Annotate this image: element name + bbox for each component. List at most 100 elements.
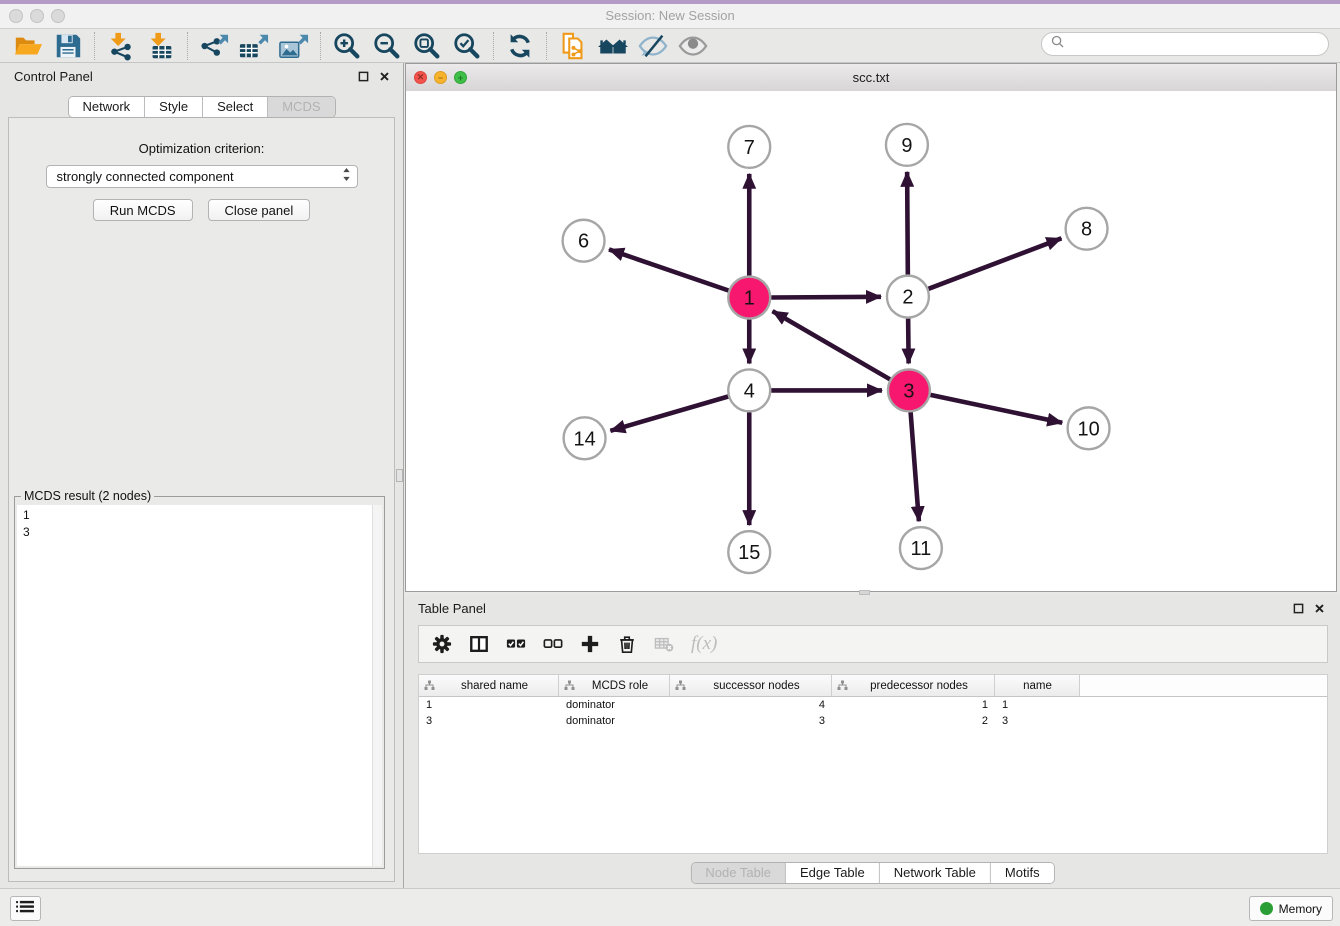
cell-shared-name[interactable]: 1 [419, 699, 559, 711]
cell-name[interactable]: 1 [995, 699, 1080, 711]
table-settings-icon[interactable] [432, 634, 452, 654]
import-table-icon[interactable] [141, 30, 181, 62]
control-panel-title: Control Panel [14, 69, 93, 84]
edge-1-2[interactable] [771, 297, 881, 298]
float-panel-icon[interactable] [357, 70, 370, 83]
edge-2-9[interactable] [907, 172, 908, 275]
show-details-icon[interactable] [673, 30, 713, 62]
control-panel: Control Panel NetworkStyleSelectMCDS Opt… [0, 63, 404, 888]
close-table-panel-icon[interactable] [1313, 602, 1326, 615]
attribute-icon [564, 680, 575, 691]
tab-select[interactable]: Select [203, 97, 268, 117]
table-row[interactable]: 1dominator411 [419, 697, 1327, 713]
graph-node-8[interactable]: 8 [1066, 208, 1108, 250]
panel-splitter-handle[interactable] [396, 469, 403, 482]
criterion-select[interactable]: strongly connected component [46, 165, 358, 188]
unselect-all-columns-icon[interactable] [543, 634, 563, 654]
open-session-icon[interactable] [8, 30, 48, 62]
delete-table-icon [654, 634, 674, 654]
edge-3-10[interactable] [930, 395, 1062, 423]
close-window-icon[interactable] [9, 9, 23, 23]
zoom-fit-icon[interactable] [407, 30, 447, 62]
graph-node-7[interactable]: 7 [728, 126, 770, 168]
cell-successor-nodes[interactable]: 3 [670, 715, 832, 727]
column-header-name[interactable]: name [995, 675, 1080, 696]
close-view-icon[interactable]: ✕ [414, 71, 427, 84]
graph-node-4[interactable]: 4 [728, 369, 770, 411]
zoom-window-icon[interactable] [51, 9, 65, 23]
network-graph[interactable]: 7 9 6 8 1 2 4 3 14 10 15 11 [406, 91, 1336, 591]
tab-edge-table[interactable]: Edge Table [786, 863, 880, 883]
edge-3-11[interactable] [911, 412, 919, 521]
graph-node-11[interactable]: 11 [900, 527, 942, 569]
network-window-titlebar[interactable]: ✕−+ scc.txt [406, 64, 1336, 92]
show-columns-icon[interactable] [469, 634, 489, 654]
create-column-icon[interactable] [580, 634, 600, 654]
import-network-icon[interactable] [101, 30, 141, 62]
export-network-icon[interactable] [194, 30, 234, 62]
toolbar-separator [546, 32, 547, 60]
zoom-view-icon[interactable]: + [454, 71, 467, 84]
cell-successor-nodes[interactable]: 4 [670, 699, 832, 711]
edge-2-8[interactable] [928, 238, 1061, 288]
search-box[interactable] [1041, 32, 1329, 56]
zoom-selected-icon[interactable] [447, 30, 487, 62]
column-header-shared-name[interactable]: shared name [419, 675, 559, 696]
float-table-panel-icon[interactable] [1292, 602, 1305, 615]
attribute-icon [837, 680, 848, 691]
tab-style[interactable]: Style [145, 97, 203, 117]
cell-predecessor-nodes[interactable]: 1 [832, 699, 995, 711]
graph-node-14[interactable]: 14 [564, 417, 606, 459]
graph-node-2[interactable]: 2 [887, 276, 929, 318]
export-image-icon[interactable] [274, 30, 314, 62]
graph-node-1[interactable]: 1 [728, 277, 770, 319]
tab-network-table[interactable]: Network Table [880, 863, 991, 883]
network-canvas[interactable]: 7 9 6 8 1 2 4 3 14 10 15 11 [406, 91, 1336, 591]
node-table: shared nameMCDS rolesuccessor nodesprede… [418, 674, 1328, 854]
mcds-result-area[interactable]: 1 3 [17, 505, 382, 866]
tab-network[interactable]: Network [68, 97, 145, 117]
select-all-columns-icon[interactable] [506, 634, 526, 654]
minimize-window-icon[interactable] [30, 9, 44, 23]
graph-node-9[interactable]: 9 [886, 124, 928, 166]
zoom-in-icon[interactable] [327, 30, 367, 62]
graph-node-3[interactable]: 3 [888, 369, 930, 411]
close-panel-button[interactable]: Close panel [208, 199, 311, 221]
column-header-predecessor-nodes[interactable]: predecessor nodes [832, 675, 995, 696]
run-mcds-button[interactable]: Run MCDS [93, 199, 193, 221]
minimize-view-icon[interactable]: − [434, 71, 447, 84]
graph-node-15[interactable]: 15 [728, 531, 770, 573]
table-row[interactable]: 3dominator323 [419, 713, 1327, 729]
zoom-out-icon[interactable] [367, 30, 407, 62]
cell-name[interactable]: 3 [995, 715, 1080, 727]
status-bar: Memory [0, 888, 1340, 926]
clone-network-icon[interactable] [553, 30, 593, 62]
save-session-icon[interactable] [48, 30, 88, 62]
cell-MCDS-role[interactable]: dominator [559, 715, 670, 727]
refresh-view-icon[interactable] [500, 30, 540, 62]
memory-button[interactable]: Memory [1249, 896, 1333, 921]
tab-mcds[interactable]: MCDS [268, 97, 334, 117]
hide-details-icon[interactable] [633, 30, 673, 62]
cell-MCDS-role[interactable]: dominator [559, 699, 670, 711]
criterion-select-value: strongly connected component [57, 169, 342, 184]
edge-1-6[interactable] [609, 249, 728, 290]
cell-predecessor-nodes[interactable]: 2 [832, 715, 995, 727]
close-panel-icon[interactable] [378, 70, 391, 83]
column-header-MCDS-role[interactable]: MCDS role [559, 675, 670, 696]
column-header-successor-nodes[interactable]: successor nodes [670, 675, 832, 696]
cell-shared-name[interactable]: 3 [419, 715, 559, 727]
graph-node-10[interactable]: 10 [1068, 407, 1110, 449]
tab-node-table[interactable]: Node Table [691, 863, 786, 883]
task-history-button[interactable] [10, 896, 41, 921]
delete-columns-icon[interactable] [617, 634, 637, 654]
network-home-icon[interactable] [593, 30, 633, 62]
graph-node-6[interactable]: 6 [563, 220, 605, 262]
mcds-panel: Optimization criterion: strongly connect… [8, 117, 395, 882]
export-table-icon[interactable] [234, 30, 274, 62]
edge-3-1[interactable] [772, 311, 889, 379]
search-input[interactable] [1069, 36, 1319, 52]
tab-motifs[interactable]: Motifs [991, 863, 1054, 883]
network-window-title: scc.txt [406, 64, 1336, 91]
edge-4-14[interactable] [610, 396, 728, 430]
